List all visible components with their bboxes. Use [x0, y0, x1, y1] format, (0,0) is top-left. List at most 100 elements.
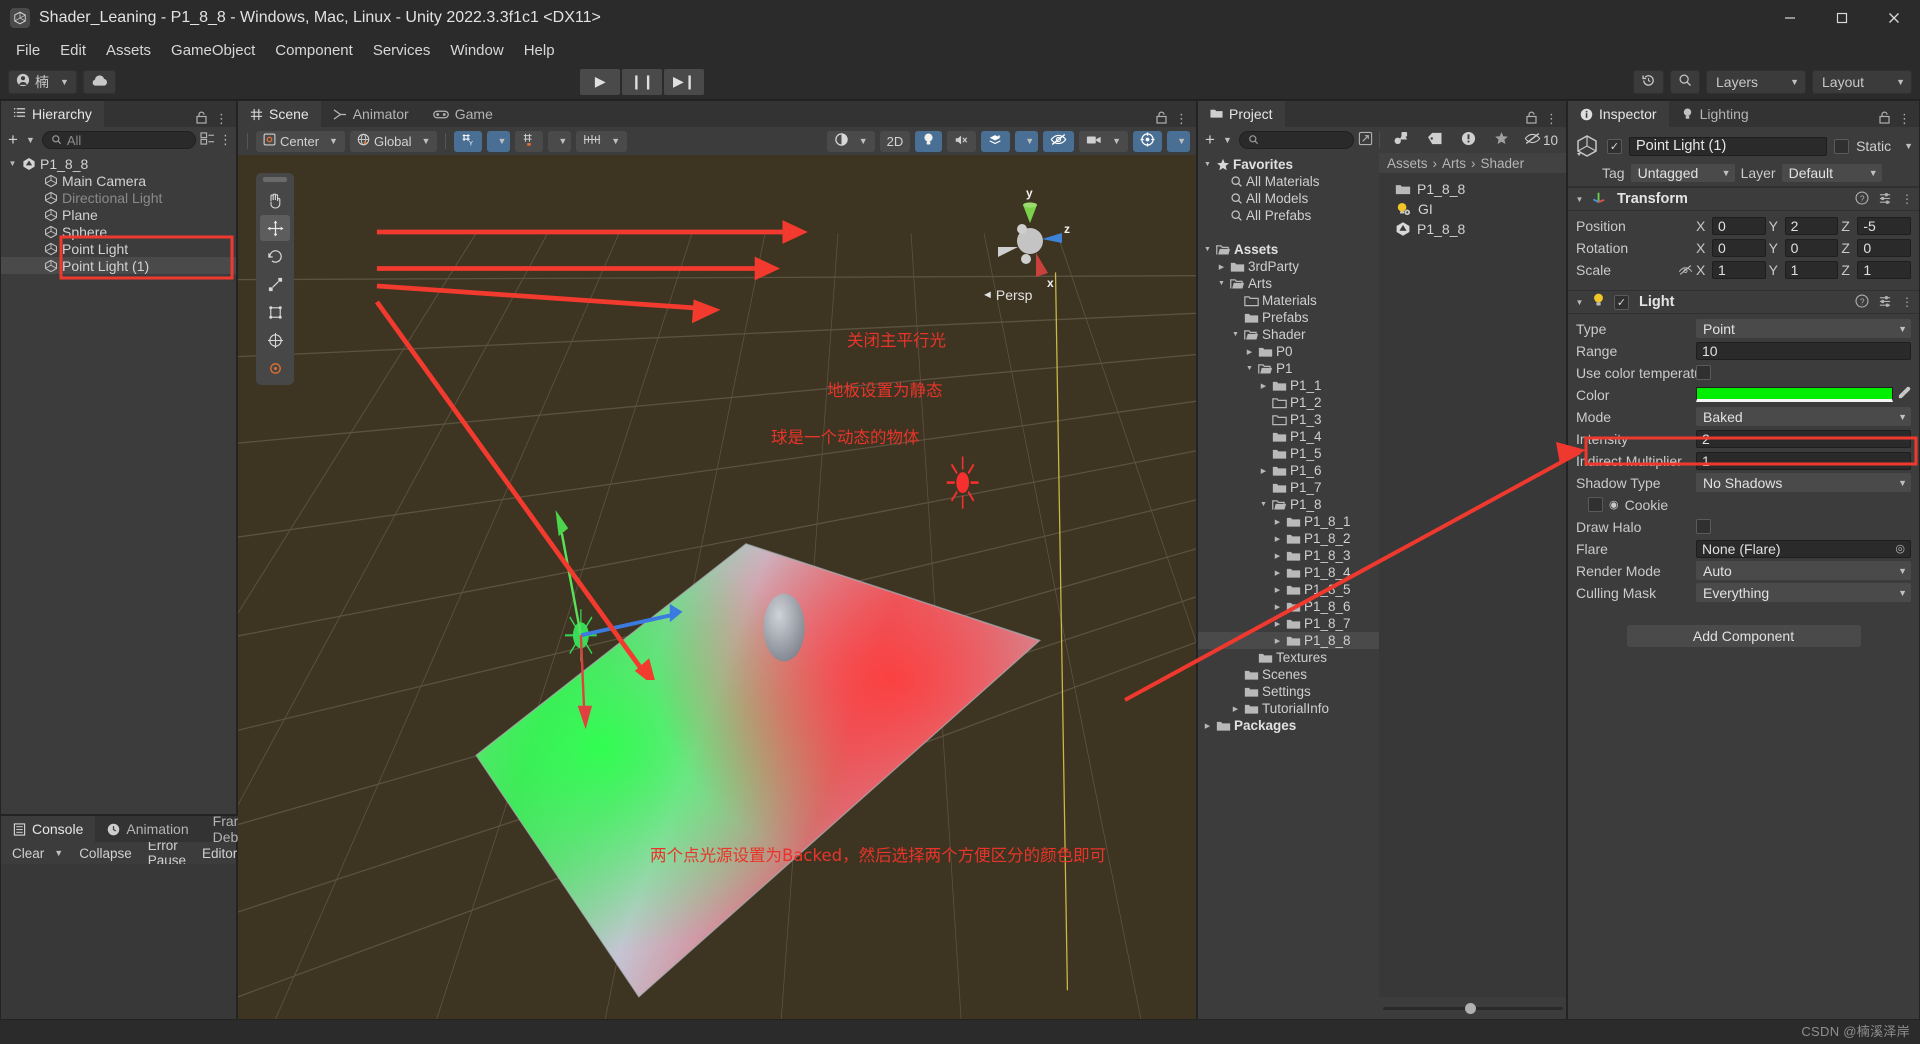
tab-animator[interactable]: Animator [320, 101, 421, 127]
help-icon[interactable]: ? [1855, 293, 1869, 311]
camera-projection-label[interactable]: ◄ Persp [982, 287, 1032, 303]
layer-dropdown[interactable]: Default ▼ [1781, 164, 1882, 182]
project-tree-item-p1-8-1[interactable]: ▶ P1_8_1 [1198, 513, 1379, 530]
chevron-down-icon[interactable]: ▼ [1574, 298, 1585, 307]
object-enabled-checkbox[interactable]: ✓ [1607, 138, 1622, 154]
scene-view-gizmo[interactable]: y z x ◄ Persp [976, 183, 1084, 303]
layout-dropdown[interactable]: Layout ▼ [1812, 69, 1912, 94]
step-button[interactable]: ▶❙ [664, 68, 705, 95]
panel-menu-icon[interactable]: ⋮ [215, 111, 228, 127]
project-tree-item-p1-8-5[interactable]: ▶ P1_8_5 [1198, 581, 1379, 598]
chevron-right-icon[interactable]: ▶ [1202, 722, 1213, 730]
layers-dropdown[interactable]: Layers ▼ [1706, 69, 1806, 94]
hidden-packages-indicator[interactable]: 10 [1520, 132, 1562, 148]
project-tree-item-p1-8-3[interactable]: ▶ P1_8_3 [1198, 547, 1379, 564]
scene-audio-toggle[interactable] [947, 130, 977, 152]
project-tree-item-p1-4[interactable]: P1_4 [1198, 428, 1379, 445]
grid-snap-dropdown[interactable]: ▼ [548, 130, 572, 152]
snap-increment-button[interactable]: ▼ [576, 130, 628, 152]
hierarchy-options-icon[interactable]: ⋮ [219, 132, 232, 148]
project-tree-item-shader[interactable]: ▼ Shader [1198, 326, 1379, 343]
project-add-button[interactable]: + ▼ [1202, 130, 1235, 150]
project-tree-item-p1-1[interactable]: ▶ P1_1 [1198, 377, 1379, 394]
chevron-right-icon[interactable]: ▶ [1230, 705, 1241, 713]
transform-position-z-input[interactable]: -5 [1857, 216, 1912, 235]
project-tree-item-textures[interactable]: Textures [1198, 649, 1379, 666]
undo-history-button[interactable] [1633, 69, 1664, 94]
scene-viewport[interactable]: y z x ◄ Persp 关闭主平行光 地板设置为静态 球是一个动态的物体 两… [238, 155, 1196, 1019]
transform-rotation-x-input[interactable]: 0 [1712, 238, 1766, 257]
project-search-input[interactable] [1238, 131, 1354, 149]
hierarchy-add-button[interactable]: + ▼ [5, 130, 38, 150]
hand-tool-button[interactable] [260, 187, 290, 213]
rotate-tool-button[interactable] [260, 243, 290, 269]
tab-hierarchy[interactable]: Hierarchy [1, 101, 104, 127]
light-use-color-temperature-checkbox[interactable] [1696, 365, 1711, 380]
transform-position-y-input[interactable]: 2 [1784, 216, 1839, 235]
project-folder-tree[interactable]: ▼ Favorites All Materials All Models All Pre… [1198, 153, 1379, 1019]
light-render-mode-dropdown[interactable]: Auto ▼ [1696, 561, 1911, 580]
project-tree-item-packages[interactable]: ▶ Packages [1198, 717, 1379, 734]
panel-menu-icon[interactable]: ⋮ [1545, 111, 1558, 127]
tools-drag-handle[interactable] [263, 177, 287, 182]
lock-icon[interactable] [1879, 111, 1890, 127]
console-clear-button[interactable]: Clear ▼ [4, 844, 71, 862]
chevron-right-icon[interactable]: ▶ [1272, 518, 1283, 526]
light-type-dropdown[interactable]: Point ▼ [1696, 319, 1911, 338]
project-tree-item-p1-6[interactable]: ▶ P1_6 [1198, 462, 1379, 479]
light-indirect-multiplier-input[interactable]: 1 [1696, 451, 1911, 470]
transform-scale-y-input[interactable]: 1 [1784, 260, 1839, 279]
favorite-filter-icon[interactable] [1487, 131, 1516, 150]
menu-component[interactable]: Component [265, 39, 363, 62]
gizmos-dropdown[interactable]: ▼ [1167, 130, 1190, 152]
light-draw-halo-checkbox[interactable] [1696, 519, 1711, 534]
chevron-right-icon[interactable]: ▶ [1272, 620, 1283, 628]
project-tree-item-p0[interactable]: ▶ P0 [1198, 343, 1379, 360]
console-log-area[interactable] [1, 864, 236, 1019]
chevron-right-icon[interactable]: ▶ [1258, 467, 1269, 475]
project-tree-item-p1-8-6[interactable]: ▶ P1_8_6 [1198, 598, 1379, 615]
project-tree-item-favorites[interactable]: ▼ Favorites [1198, 156, 1379, 173]
object-picker-icon[interactable]: ◎ [1895, 542, 1905, 555]
hierarchy-item-point-light[interactable]: Point Light [1, 240, 236, 257]
breadcrumb[interactable]: Assets › Arts › Shader [1379, 153, 1566, 173]
toggle-2d-button[interactable]: 2D [879, 130, 911, 152]
tag-dropdown[interactable]: Untagged ▼ [1630, 164, 1735, 182]
chevron-down-icon[interactable]: ▼ [1244, 365, 1255, 372]
menu-assets[interactable]: Assets [96, 39, 161, 62]
object-name-field[interactable]: Point Light (1) [1629, 136, 1828, 156]
scale-unlink-icon[interactable] [1674, 264, 1696, 276]
project-tree-item-prefabs[interactable]: Prefabs [1198, 309, 1379, 326]
hierarchy-search-input[interactable]: All [41, 131, 196, 149]
eyedropper-icon[interactable] [1897, 386, 1911, 403]
light-enabled-checkbox[interactable]: ✓ [1614, 294, 1629, 310]
hierarchy-item-plane[interactable]: Plane [1, 206, 236, 223]
grid-axis-dropdown[interactable]: ▼ [487, 130, 511, 152]
menu-gameobject[interactable]: GameObject [161, 39, 265, 62]
lock-icon[interactable] [1156, 111, 1167, 127]
transform-rotation-z-input[interactable]: 0 [1857, 238, 1912, 257]
grid-snap-button[interactable] [515, 130, 544, 152]
tab-project[interactable]: Project [1198, 101, 1285, 127]
rect-tool-button[interactable] [260, 299, 290, 325]
hierarchy-tree[interactable]: ▼ P1_8_8 Main Camera Directional Light Plane… [1, 153, 236, 814]
panel-menu-icon[interactable]: ⋮ [1898, 111, 1911, 127]
project-tree-item-p1-3[interactable]: P1_3 [1198, 411, 1379, 428]
add-component-button[interactable]: Add Component [1626, 625, 1861, 647]
project-tree-item-all-prefabs[interactable]: All Prefabs [1198, 207, 1379, 224]
hierarchy-item-sphere[interactable]: Sphere [1, 223, 236, 240]
project-tree-item-scenes[interactable]: Scenes [1198, 666, 1379, 683]
pivot-mode-dropdown[interactable]: Center ▼ [256, 130, 345, 152]
transform-tool-button[interactable] [260, 327, 290, 353]
custom-tool-button[interactable] [260, 355, 290, 381]
chevron-right-icon[interactable]: ▶ [1244, 348, 1255, 356]
transform-position-x-input[interactable]: 0 [1712, 216, 1766, 235]
project-tree-item-arts[interactable]: ▼ Arts [1198, 275, 1379, 292]
search-button[interactable] [1670, 69, 1700, 94]
search-expand-icon[interactable] [1358, 131, 1373, 150]
menu-window[interactable]: Window [440, 39, 513, 62]
warning-filter-icon[interactable] [1454, 131, 1483, 150]
tab-animation[interactable]: Animation [95, 816, 201, 842]
component-menu-icon[interactable]: ⋮ [1901, 295, 1913, 309]
gizmos-toggle[interactable] [1133, 130, 1163, 152]
